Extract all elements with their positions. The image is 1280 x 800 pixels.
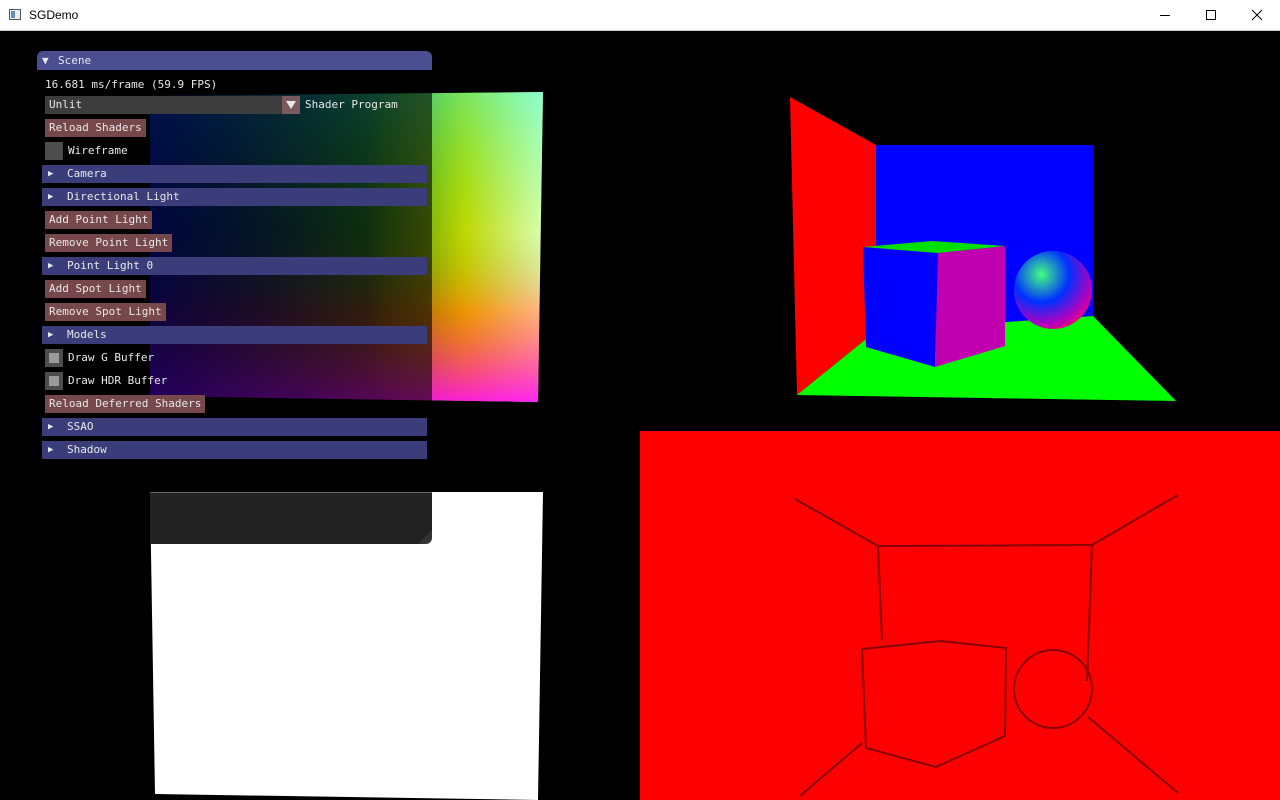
minimize-icon <box>1160 15 1170 16</box>
app-icon <box>9 9 21 20</box>
expand-triangle-icon: ▶ <box>48 330 54 340</box>
maximize-button[interactable] <box>1188 0 1234 30</box>
maximize-icon <box>1206 10 1216 20</box>
shader-program-value: Unlit <box>49 98 83 111</box>
draw-g-buffer-checkbox[interactable] <box>45 349 63 367</box>
cube-side <box>935 246 1005 367</box>
close-icon <box>1251 9 1263 21</box>
reload-shaders-button[interactable]: Reload Shaders <box>45 119 146 137</box>
shadow-header[interactable]: ▶ Shadow <box>42 441 427 459</box>
window-titlebar: SGDemo <box>0 0 1280 31</box>
models-header[interactable]: ▶ Models <box>42 326 427 344</box>
checkmark-icon <box>49 353 59 363</box>
ssao-buffer-view <box>640 431 1280 800</box>
checkmark-icon <box>49 376 59 386</box>
close-button[interactable] <box>1234 0 1280 30</box>
scene-color-view <box>790 97 1176 401</box>
shader-program-combo[interactable]: Unlit <box>45 96 300 114</box>
add-spot-light-button[interactable]: Add Spot Light <box>45 280 146 298</box>
collapse-triangle-icon[interactable]: ▼ <box>42 51 49 70</box>
chevron-down-icon[interactable] <box>282 96 300 114</box>
remove-point-light-button[interactable]: Remove Point Light <box>45 234 173 252</box>
draw-hdr-buffer-label: Draw HDR Buffer <box>68 374 168 387</box>
expand-triangle-icon: ▶ <box>48 192 54 202</box>
wireframe-label: Wireframe <box>68 144 128 157</box>
scene-panel-titlebar[interactable]: ▼ Scene <box>37 51 432 70</box>
scene-panel: ▼ Scene 16.681 ms/frame (59.9 FPS) Unlit… <box>37 51 432 544</box>
camera-header-label: Camera <box>67 167 107 180</box>
expand-triangle-icon: ▶ <box>48 445 54 455</box>
scene-panel-body: 16.681 ms/frame (59.9 FPS) Unlit Shader … <box>37 70 432 544</box>
directional-light-header[interactable]: ▶ Directional Light <box>42 188 427 206</box>
draw-g-buffer-label: Draw G Buffer <box>68 351 155 364</box>
wireframe-checkbox[interactable] <box>45 142 63 160</box>
expand-triangle-icon: ▶ <box>48 261 54 271</box>
minimize-button[interactable] <box>1142 0 1188 30</box>
shadow-header-label: Shadow <box>67 443 107 456</box>
shader-program-label: Shader Program <box>305 98 398 111</box>
sphere <box>1014 251 1092 329</box>
add-point-light-button[interactable]: Add Point Light <box>45 211 153 229</box>
remove-spot-light-button[interactable]: Remove Spot Light <box>45 303 166 321</box>
point-light-0-header[interactable]: ▶ Point Light 0 <box>42 257 427 275</box>
models-header-label: Models <box>67 328 107 341</box>
ssao-header-label: SSAO <box>67 420 94 433</box>
directional-light-header-label: Directional Light <box>67 190 180 203</box>
cube-front <box>863 247 938 367</box>
ssao-header[interactable]: ▶ SSAO <box>42 418 427 436</box>
fps-text: 16.681 ms/frame (59.9 FPS) <box>45 78 218 91</box>
expand-triangle-icon: ▶ <box>48 169 54 179</box>
reload-deferred-shaders-button[interactable]: Reload Deferred Shaders <box>45 395 206 413</box>
draw-hdr-buffer-checkbox[interactable] <box>45 372 63 390</box>
camera-header[interactable]: ▶ Camera <box>42 165 427 183</box>
scene-panel-title: Scene <box>58 54 92 67</box>
point-light-0-header-label: Point Light 0 <box>67 259 154 272</box>
expand-triangle-icon: ▶ <box>48 422 54 432</box>
window-title: SGDemo <box>29 8 79 22</box>
